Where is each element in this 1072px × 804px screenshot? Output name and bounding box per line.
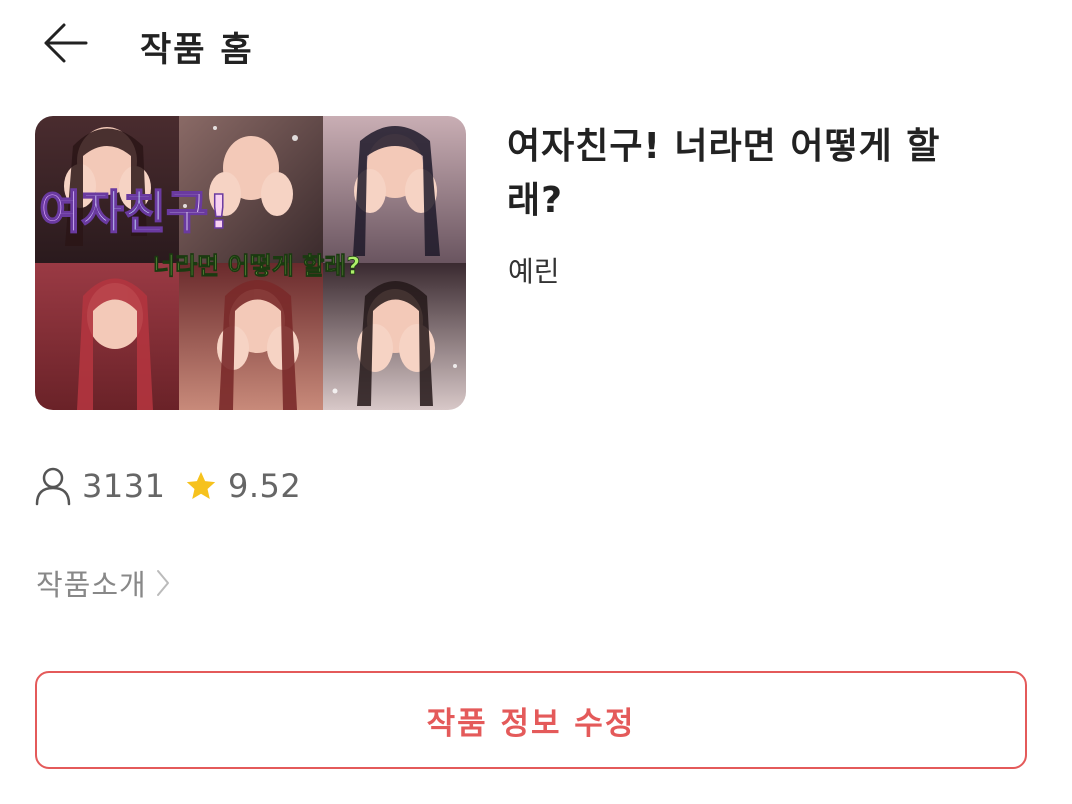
page-title: 작품 홈 <box>140 30 254 70</box>
rating-stat: 9.52 <box>184 462 301 510</box>
work-intro-label: 작품소개 <box>36 568 147 602</box>
cover-subline: 너라면 어떻게 할래? <box>153 252 360 280</box>
chevron-right-icon <box>156 570 169 596</box>
edit-work-info-label: 작품 정보 수정 <box>426 705 636 742</box>
work-title: 여자친구! 너라면 어떻게 할래? <box>507 126 941 221</box>
cover-headline: 여자친구! <box>39 185 229 239</box>
arrow-left-icon <box>44 23 88 63</box>
cover-image[interactable]: 여자친구! 너라면 어떻게 할래? <box>35 116 466 410</box>
back-button[interactable] <box>38 18 92 68</box>
edit-work-info-button[interactable]: 작품 정보 수정 <box>35 671 1027 769</box>
views-stat: 3131 <box>34 462 165 510</box>
star-icon <box>186 471 216 500</box>
views-count: 3131 <box>82 467 166 505</box>
rating-value: 9.52 <box>228 467 302 505</box>
person-icon <box>35 467 71 506</box>
work-intro-link[interactable]: 작품소개 <box>36 562 171 604</box>
author-name[interactable]: 예린 <box>508 250 560 290</box>
app-header: 작품 홈 <box>0 0 1072 88</box>
